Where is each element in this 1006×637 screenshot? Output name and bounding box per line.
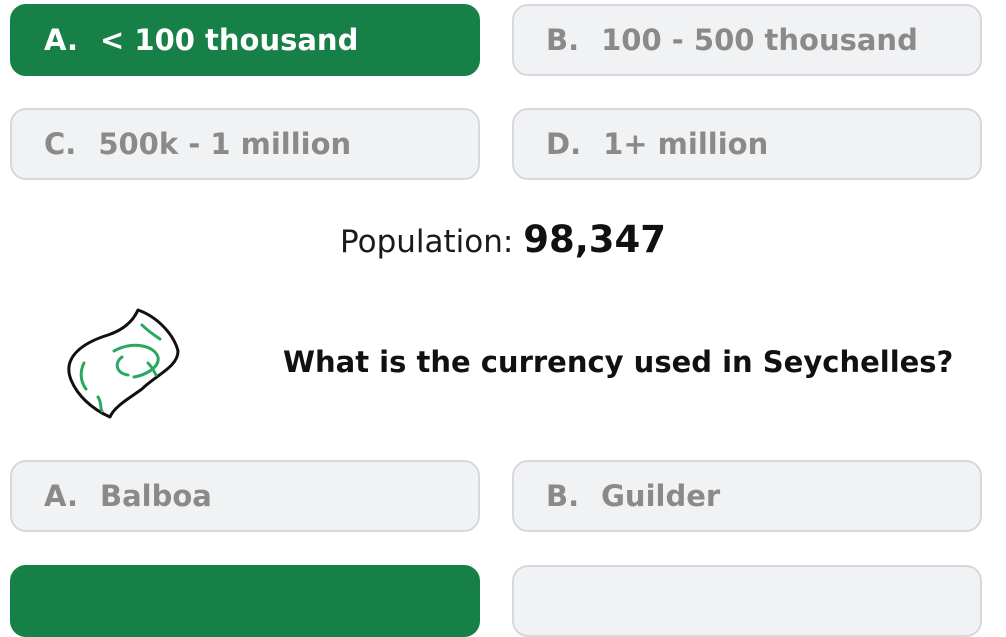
money-bill-icon <box>62 305 186 425</box>
currency-option-c[interactable] <box>10 565 480 637</box>
option-label: 100 - 500 thousand <box>601 23 918 57</box>
population-option-c[interactable]: C. 500k - 1 million <box>10 108 480 180</box>
population-option-b[interactable]: B. 100 - 500 thousand <box>512 4 982 76</box>
option-letter: B. <box>546 23 580 57</box>
option-letter: A. <box>44 23 78 57</box>
option-letter: C. <box>44 127 77 161</box>
option-label: Guilder <box>601 479 721 513</box>
question-text: What is the currency used in Seychelles? <box>283 345 954 379</box>
population-option-d[interactable]: D. 1+ million <box>512 108 982 180</box>
option-label: Balboa <box>100 479 212 513</box>
option-label: 1+ million <box>603 127 769 161</box>
option-letter: B. <box>546 479 580 513</box>
option-letter: D. <box>546 127 582 161</box>
population-option-a[interactable]: A. < 100 thousand <box>10 4 480 76</box>
option-letter: A. <box>44 479 78 513</box>
population-label: Population: <box>340 224 514 260</box>
currency-option-b[interactable]: B. Guilder <box>512 460 982 532</box>
currency-option-a[interactable]: A. Balboa <box>10 460 480 532</box>
option-label: < 100 thousand <box>100 23 359 57</box>
option-label: 500k - 1 million <box>98 127 352 161</box>
population-result: Population: 98,347 <box>0 218 1006 261</box>
population-value: 98,347 <box>523 218 666 261</box>
currency-option-d[interactable] <box>512 565 982 637</box>
